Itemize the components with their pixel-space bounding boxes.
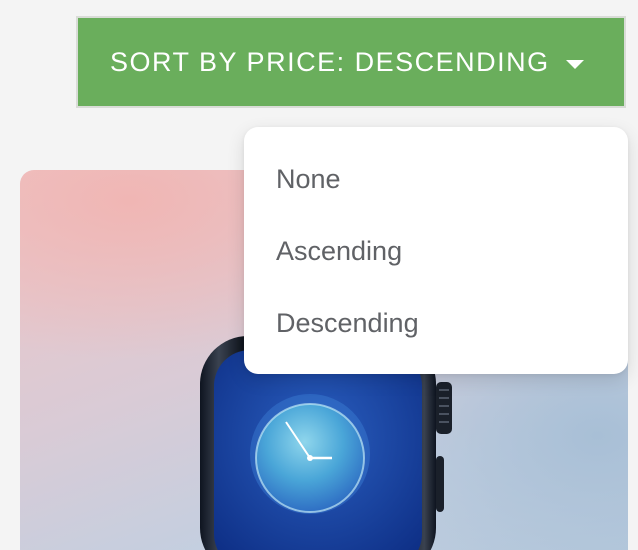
sort-button-label: SORT BY PRICE: DESCENDING bbox=[110, 46, 550, 77]
sort-option-none[interactable]: None bbox=[244, 143, 628, 215]
caret-down-icon bbox=[565, 59, 584, 69]
sort-by-price-button[interactable]: SORT BY PRICE: DESCENDING bbox=[76, 16, 626, 108]
sort-option-ascending[interactable]: Ascending bbox=[244, 215, 628, 287]
sort-option-descending[interactable]: Descending bbox=[244, 287, 628, 359]
sort-dropdown-menu: None Ascending Descending bbox=[244, 127, 628, 374]
